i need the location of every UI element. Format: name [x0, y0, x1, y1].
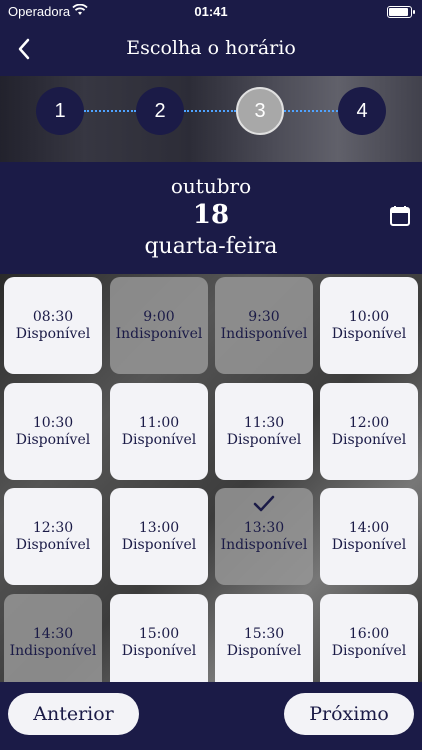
slot-time: 10:30 — [32, 414, 74, 431]
slot-time: 12:00 — [348, 414, 390, 431]
time-slot[interactable]: 14:00 Disponível — [320, 488, 418, 585]
time-slot[interactable]: 9:30 Indisponível — [215, 277, 313, 374]
time-slot-grid: 08:30 Disponível 9:00 Indisponível 9:30 … — [0, 274, 422, 682]
step-4: 4 — [338, 87, 386, 135]
slot-time: 14:00 — [348, 519, 390, 536]
slot-status: Disponível — [226, 431, 302, 448]
slot-status: Disponível — [15, 325, 91, 342]
time-slot[interactable]: 15:00 Disponível — [110, 594, 208, 682]
slot-status: Disponível — [121, 431, 197, 448]
slot-status: Disponível — [331, 431, 407, 448]
slot-time: 16:00 — [348, 625, 390, 642]
next-button[interactable]: Próximo — [284, 693, 414, 735]
slot-time: 14:30 — [32, 625, 74, 642]
time-slot[interactable]: 08:30 Disponível — [4, 277, 102, 374]
time-slot[interactable]: 13:00 Disponível — [110, 488, 208, 585]
previous-button[interactable]: Anterior — [8, 693, 139, 735]
slot-time: 15:30 — [243, 625, 285, 642]
time-slot[interactable]: 9:00 Indisponível — [110, 277, 208, 374]
slot-time: 13:30 — [243, 519, 285, 536]
progress-stepper: 1 2 3 4 — [0, 76, 422, 162]
selected-date-panel: outubro 18 quarta-feira — [0, 162, 422, 274]
calendar-icon[interactable] — [388, 204, 412, 228]
slot-time: 9:00 — [143, 308, 175, 325]
date-weekday: quarta-feira — [144, 234, 278, 259]
step-connector — [284, 110, 338, 112]
slot-status: Disponível — [331, 536, 407, 553]
time-slot[interactable]: 11:30 Disponível — [215, 383, 313, 480]
time-slot[interactable]: 11:00 Disponível — [110, 383, 208, 480]
slot-time: 10:00 — [348, 308, 390, 325]
slot-time: 13:00 — [138, 519, 180, 536]
slot-status: Indisponível — [115, 325, 203, 342]
slot-time: 11:00 — [138, 414, 180, 431]
slot-status: Disponível — [15, 431, 91, 448]
navigation-bar: Escolha o horário — [0, 24, 422, 76]
status-bar: Operadora 01:41 — [0, 0, 422, 24]
time-slot[interactable]: 12:30 Disponível — [4, 488, 102, 585]
time-slot[interactable]: 14:30 Indisponível — [4, 594, 102, 682]
step-connector — [184, 110, 236, 112]
slot-status: Disponível — [331, 642, 407, 659]
page-title: Escolha o horário — [126, 37, 296, 59]
time-slot[interactable]: 16:00 Disponível — [320, 594, 418, 682]
slot-status: Disponível — [331, 325, 407, 342]
slot-status: Disponível — [121, 642, 197, 659]
battery-icon — [387, 6, 415, 18]
time-slot[interactable]: 15:30 Disponível — [215, 594, 313, 682]
step-1: 1 — [36, 87, 84, 135]
date-month: outubro — [170, 174, 252, 198]
time-slot[interactable]: 10:30 Disponível — [4, 383, 102, 480]
slot-time: 9:30 — [248, 308, 280, 325]
slot-status: Indisponível — [220, 325, 308, 342]
step-3-active: 3 — [236, 87, 284, 135]
slot-time: 12:30 — [32, 519, 74, 536]
slot-status: Indisponível — [220, 536, 308, 553]
slot-status: Disponível — [226, 642, 302, 659]
time-slot[interactable]: 10:00 Disponível — [320, 277, 418, 374]
slot-status: Disponível — [121, 536, 197, 553]
time-slot[interactable]: 12:00 Disponível — [320, 383, 418, 480]
slot-status: Disponível — [15, 536, 91, 553]
slot-time: 08:30 — [32, 308, 74, 325]
date-day: 18 — [192, 200, 230, 230]
slot-time: 11:30 — [243, 414, 285, 431]
footer-bar: Anterior Próximo — [0, 682, 422, 750]
checkmark-icon — [253, 495, 275, 512]
slot-status: Indisponível — [9, 642, 97, 659]
slot-time: 15:00 — [138, 625, 180, 642]
status-time: 01:41 — [194, 4, 228, 19]
step-connector — [84, 110, 136, 112]
step-2: 2 — [136, 87, 184, 135]
time-slot-selected[interactable]: 13:30 Indisponível — [215, 488, 313, 585]
